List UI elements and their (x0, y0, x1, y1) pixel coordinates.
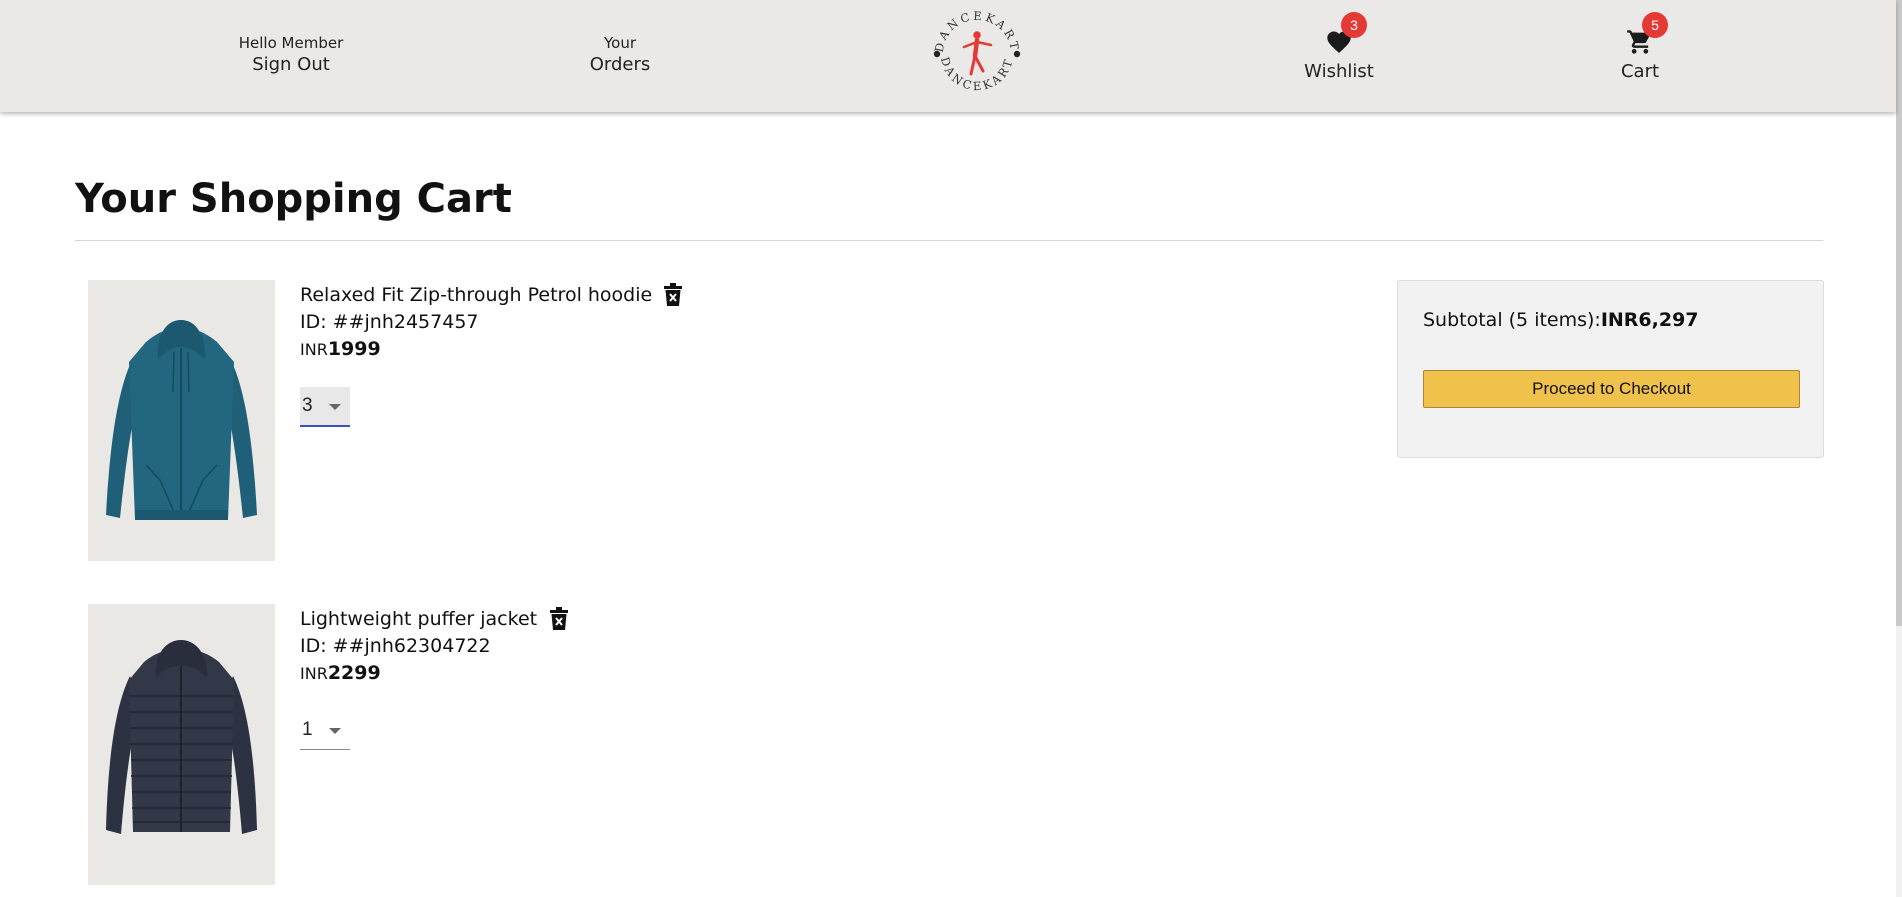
jacket-picture (106, 640, 257, 834)
cart-icon-wrap: 5 (1624, 12, 1668, 58)
petrol-hoodie-image[interactable] (88, 280, 275, 561)
cart-label: Cart (1620, 61, 1660, 82)
wishlist-label: Wishlist (1304, 61, 1374, 82)
title-divider (75, 240, 1823, 241)
delete-item-button[interactable] (662, 283, 684, 307)
price-currency: INR (300, 664, 328, 683)
quantity-select[interactable]: 1 (300, 711, 350, 750)
sign-out-link[interactable]: Sign Out (233, 53, 349, 77)
account-greeting: Hello Member (238, 34, 344, 52)
cart-count-badge: 5 (1642, 12, 1668, 38)
proceed-to-checkout-button[interactable]: Proceed to Checkout (1423, 370, 1800, 408)
page-scrollbar[interactable] (1896, 0, 1902, 897)
wishlist-icon-wrap: 3 (1323, 12, 1367, 58)
wishlist-link[interactable]: 3 Wishlist (1302, 12, 1376, 84)
item-price: INR1999 (300, 336, 381, 363)
item-id: ID: ##jnh62304722 (300, 635, 491, 657)
scrollbar-thumb[interactable] (1896, 0, 1902, 626)
orders-label: Orders (589, 54, 651, 75)
subtotal-text: Subtotal (5 items):INR6,297 (1423, 309, 1699, 331)
page-title: Your Shopping Cart (75, 176, 512, 222)
cart-item: Lightweight puffer jacket ID: ##jnh62304… (88, 604, 888, 894)
orders-link[interactable]: Your Orders (580, 33, 660, 77)
quantity-select[interactable]: 3 (300, 387, 350, 427)
trash-icon (664, 283, 682, 306)
hoodie-picture (106, 320, 257, 520)
quantity-value: 3 (302, 395, 313, 416)
site-header: Hello Member Sign Out Your Orders DANCEK… (0, 0, 1896, 112)
chevron-down-icon (329, 404, 341, 410)
order-summary-box: Subtotal (5 items):INR6,297 Proceed to C… (1397, 280, 1824, 458)
wishlist-count-badge: 3 (1341, 12, 1367, 38)
item-name[interactable]: Relaxed Fit Zip-through Petrol hoodie (300, 282, 652, 308)
dancer-logo-icon: DANCEKART DANCEKART (932, 9, 1021, 93)
quantity-value: 1 (302, 719, 313, 740)
account-menu[interactable]: Hello Member Sign Out (233, 33, 349, 77)
cart-link[interactable]: 5 Cart (1615, 12, 1668, 84)
price-value: 1999 (327, 338, 381, 360)
puffer-jacket-image[interactable] (88, 604, 275, 885)
price-value: 2299 (327, 662, 381, 684)
item-price: INR2299 (300, 660, 381, 687)
chevron-down-icon (329, 728, 341, 734)
dancekart-logo[interactable]: DANCEKART DANCEKART (931, 4, 1023, 100)
price-currency: INR (300, 340, 328, 359)
subtotal-label: Subtotal (5 items): (1423, 309, 1601, 331)
subtotal-value: INR6,297 (1600, 309, 1699, 331)
item-id: ID: ##jnh2457457 (300, 311, 479, 333)
orders-top-text: Your (603, 34, 637, 52)
item-name[interactable]: Lightweight puffer jacket (300, 606, 537, 632)
delete-item-button[interactable] (548, 607, 570, 631)
cart-item: Relaxed Fit Zip-through Petrol hoodie ID… (88, 280, 888, 570)
trash-icon (550, 607, 568, 630)
